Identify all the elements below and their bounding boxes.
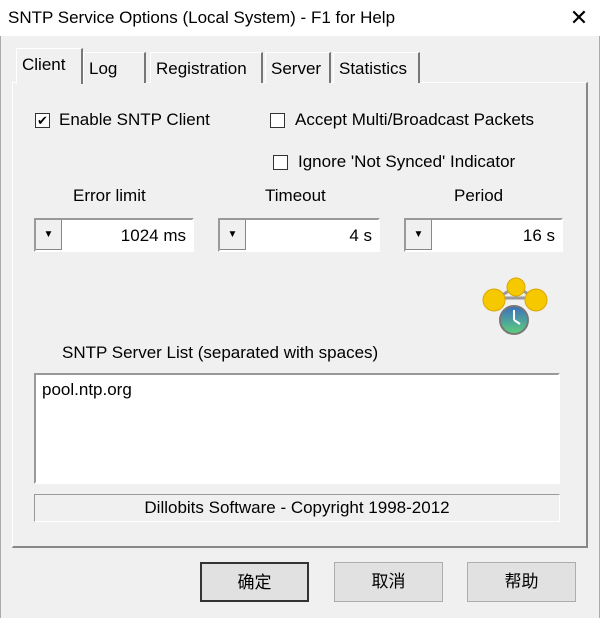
title-bar: SNTP Service Options (Local System) - F1…	[0, 0, 600, 36]
ok-button[interactable]: 确定	[200, 562, 309, 602]
enable-sntp-checkbox[interactable]: ✔	[35, 113, 50, 128]
period-spinner[interactable]: ▼ 16 s	[404, 218, 563, 252]
timeout-spinner[interactable]: ▼ 4 s	[218, 218, 380, 252]
error-limit-label: Error limit	[73, 186, 146, 205]
server-list-label: SNTP Server List (separated with spaces)	[62, 343, 379, 362]
accept-broadcast-label: Accept Multi/Broadcast Packets	[295, 110, 535, 129]
enable-sntp-label: Enable SNTP Client	[59, 110, 210, 129]
timeout-value: 4 s	[349, 226, 372, 245]
network-clock-icon	[482, 277, 548, 335]
chevron-down-icon[interactable]: ▼	[36, 220, 62, 250]
chevron-down-icon[interactable]: ▼	[406, 220, 432, 250]
error-limit-spinner[interactable]: ▼ 1024 ms	[34, 218, 194, 252]
tab-server[interactable]: Server	[265, 52, 331, 83]
period-value: 16 s	[522, 226, 555, 245]
window-title: SNTP Service Options (Local System) - F1…	[8, 8, 396, 27]
chevron-down-icon[interactable]: ▼	[220, 220, 246, 250]
tab-log[interactable]: Log	[83, 52, 146, 83]
tab-registration[interactable]: Registration	[150, 52, 263, 83]
server-list-textarea[interactable]: pool.ntp.org	[34, 373, 560, 484]
tab-statistics[interactable]: Statistics	[333, 52, 420, 83]
accept-broadcast-checkbox[interactable]	[270, 113, 285, 128]
error-limit-value: 1024 ms	[120, 226, 186, 245]
timeout-label: Timeout	[265, 186, 326, 205]
cancel-button[interactable]: 取消	[334, 562, 443, 602]
ignore-not-synced-label: Ignore 'Not Synced' Indicator	[298, 152, 516, 171]
copyright-text: Dillobits Software - Copyright 1998-2012	[34, 494, 560, 522]
period-label: Period	[454, 186, 504, 205]
close-icon[interactable]: ✕	[562, 2, 596, 34]
help-button[interactable]: 帮助	[467, 562, 576, 602]
ignore-not-synced-checkbox[interactable]	[273, 155, 288, 170]
tab-client[interactable]: Client	[16, 48, 83, 84]
